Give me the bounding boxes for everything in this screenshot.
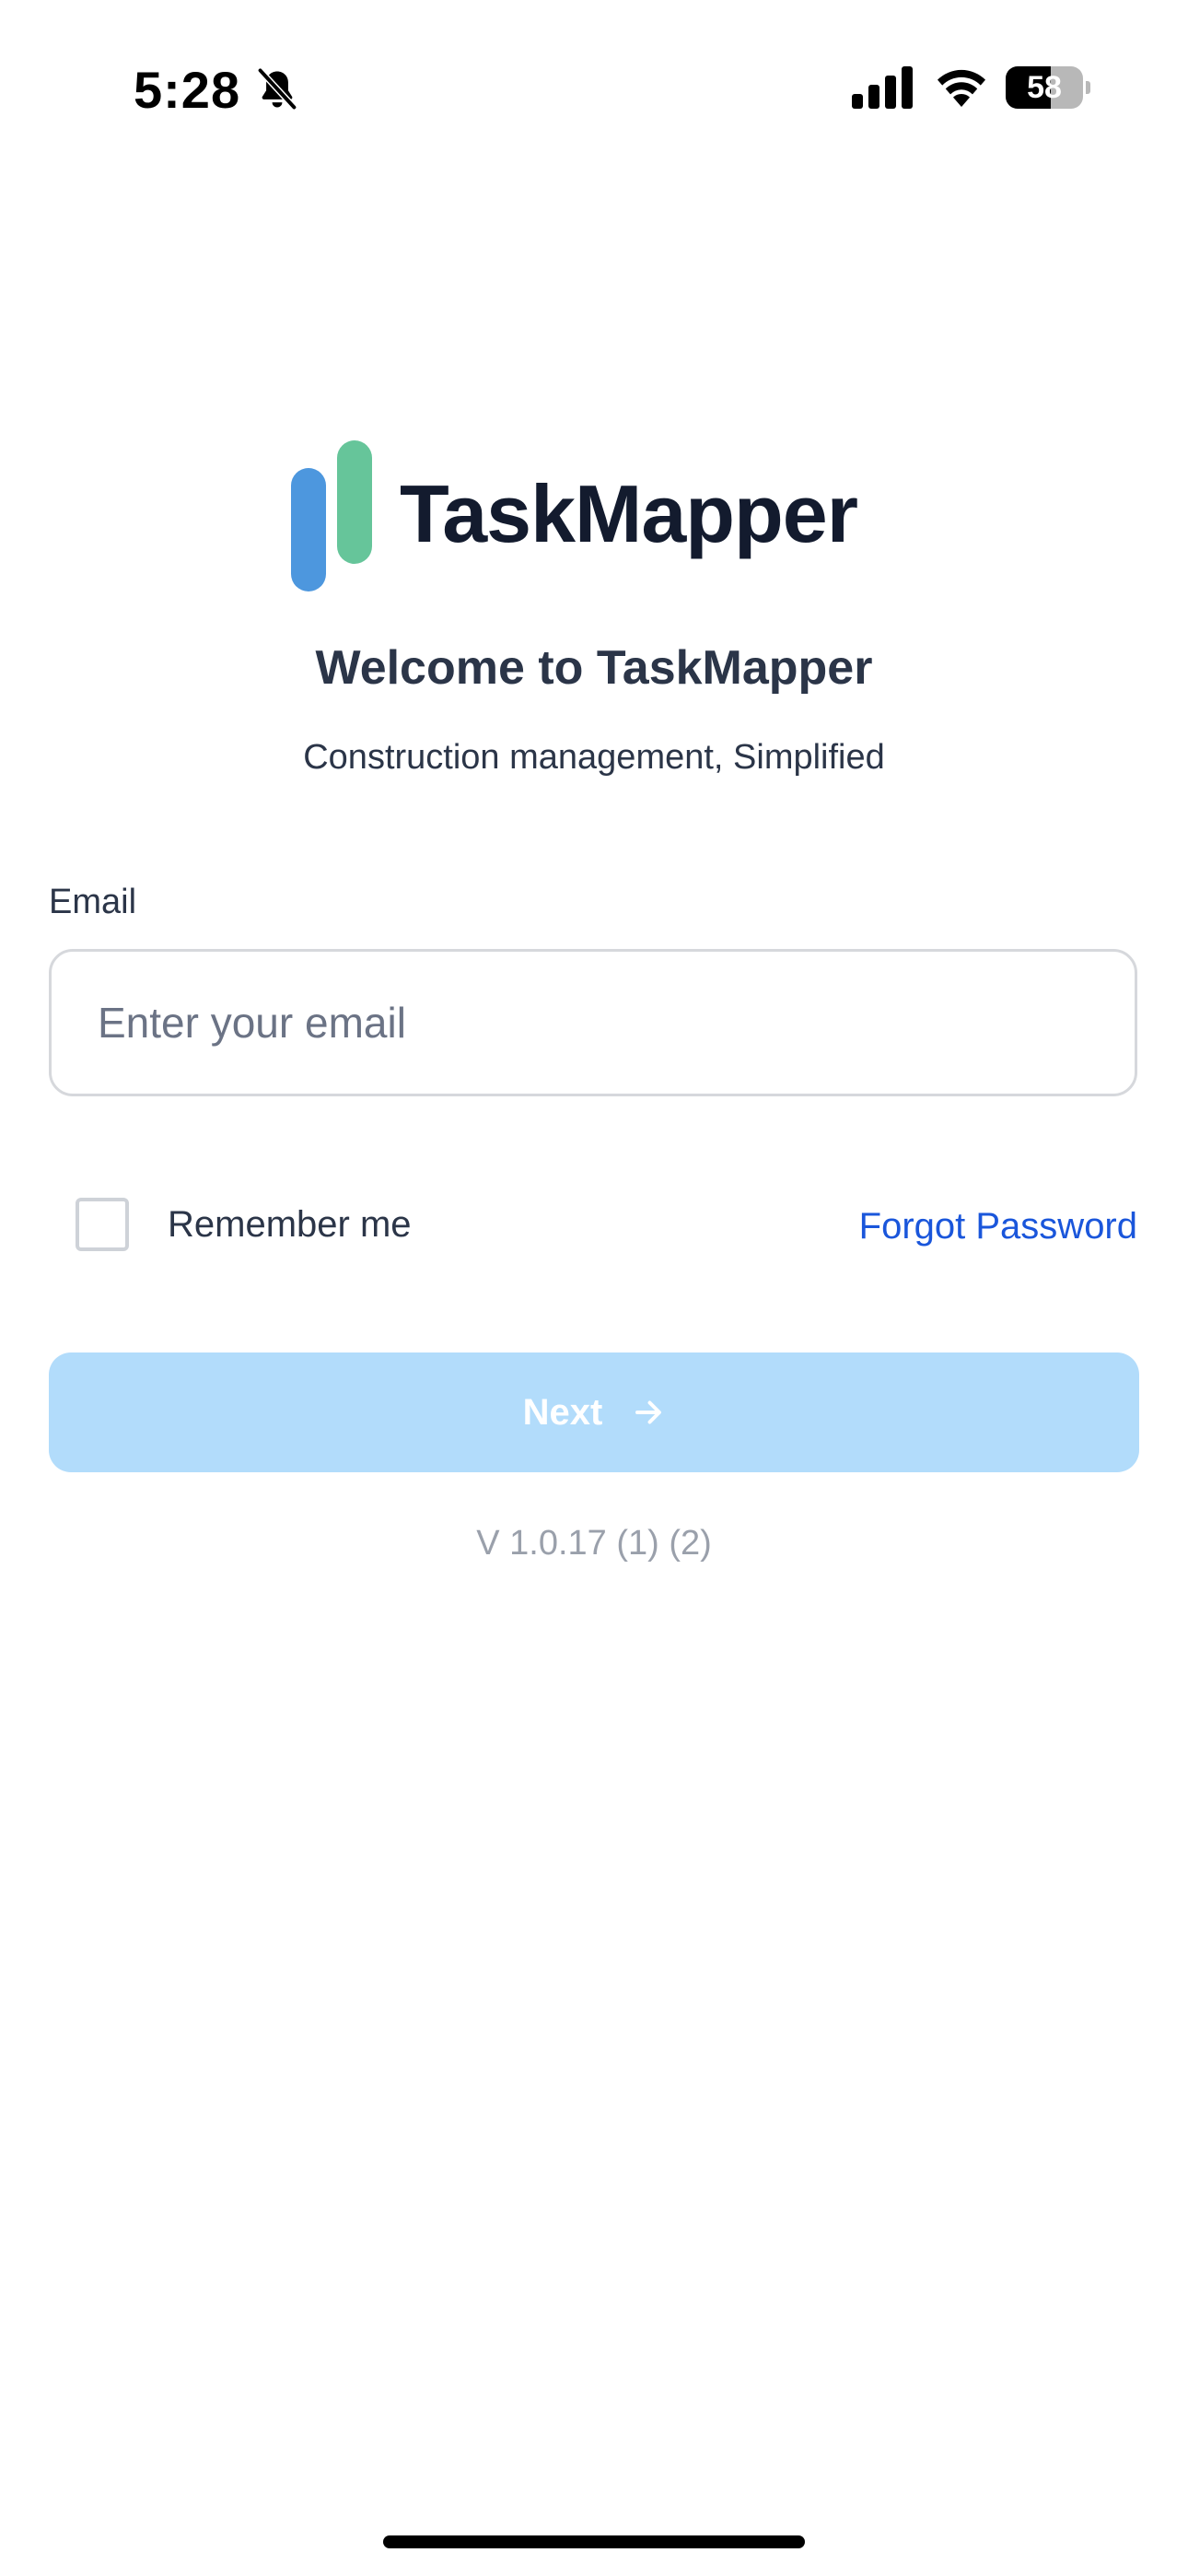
wifi-icon bbox=[938, 69, 985, 107]
next-button[interactable]: Next bbox=[49, 1352, 1139, 1472]
welcome-title: Welcome to TaskMapper bbox=[315, 641, 873, 695]
battery-icon: 58 bbox=[1006, 66, 1090, 109]
bell-slash-icon bbox=[258, 68, 297, 110]
logo-text: TaskMapper bbox=[400, 468, 858, 559]
forgot-password-link[interactable]: Forgot Password bbox=[859, 1200, 1137, 1253]
home-indicator[interactable] bbox=[383, 2535, 805, 2548]
cellular-signal-icon bbox=[852, 66, 913, 109]
battery-percent: 58 bbox=[1027, 70, 1062, 105]
next-button-label: Next bbox=[522, 1391, 603, 1433]
status-time: 5:28 bbox=[134, 61, 241, 119]
app-logo: TaskMapper bbox=[291, 440, 899, 591]
logo-bar-green bbox=[337, 440, 372, 564]
tagline: Construction management, Simplified bbox=[303, 738, 885, 777]
email-label: Email bbox=[49, 883, 137, 921]
arrow-right-icon bbox=[635, 1400, 662, 1424]
email-field[interactable] bbox=[49, 949, 1137, 1096]
remember-me-label[interactable]: Remember me bbox=[168, 1198, 412, 1251]
status-bar: 5:28 58 bbox=[0, 0, 1188, 175]
app-version: V 1.0.17 (1) (2) bbox=[476, 1524, 712, 1563]
logo-bar-blue bbox=[291, 468, 326, 591]
remember-me-checkbox[interactable] bbox=[76, 1198, 129, 1251]
